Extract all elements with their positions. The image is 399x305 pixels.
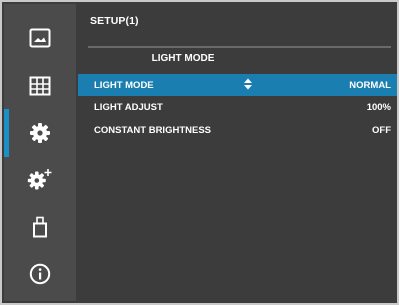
menu-item-value: OFF [372, 125, 391, 136]
menu-item-light-adjust[interactable]: LIGHT ADJUST 100% [78, 96, 397, 118]
usb-icon [32, 216, 48, 238]
gear-plus-icon [27, 168, 53, 192]
sidebar-item-setup-advanced[interactable] [4, 156, 76, 204]
menu-item-label: LIGHT ADJUST [94, 102, 163, 113]
up-down-arrows-icon [243, 77, 253, 94]
picture-icon [29, 28, 51, 48]
sidebar-item-setup[interactable] [4, 109, 76, 157]
grid-icon [29, 76, 51, 96]
section-header: LIGHT MODE [151, 53, 215, 64]
menu-content: SETUP(1) LIGHT MODE LIGHT MODE NORMAL LI… [78, 4, 397, 301]
gear-icon [29, 122, 51, 144]
menu-item-label: LIGHT MODE [94, 80, 154, 91]
sidebar [4, 4, 76, 301]
menu-item-value: NORMAL [349, 80, 391, 91]
sidebar-item-usb[interactable] [4, 203, 76, 251]
menu-item-value: 100% [366, 102, 391, 113]
menu-item-light-mode[interactable]: LIGHT MODE NORMAL [78, 74, 397, 96]
osd-menu: SETUP(1) LIGHT MODE LIGHT MODE NORMAL LI… [0, 0, 399, 305]
menu-item-constant-brightness[interactable]: CONSTANT BRIGHTNESS OFF [78, 119, 397, 141]
sidebar-item-info[interactable] [4, 250, 76, 298]
menu-item-label: CONSTANT BRIGHTNESS [94, 125, 211, 136]
sidebar-item-picture[interactable] [4, 14, 76, 62]
page-title: SETUP(1) [90, 15, 139, 27]
info-icon [29, 263, 51, 285]
title-divider [88, 46, 391, 48]
sidebar-item-layout[interactable] [4, 62, 76, 110]
